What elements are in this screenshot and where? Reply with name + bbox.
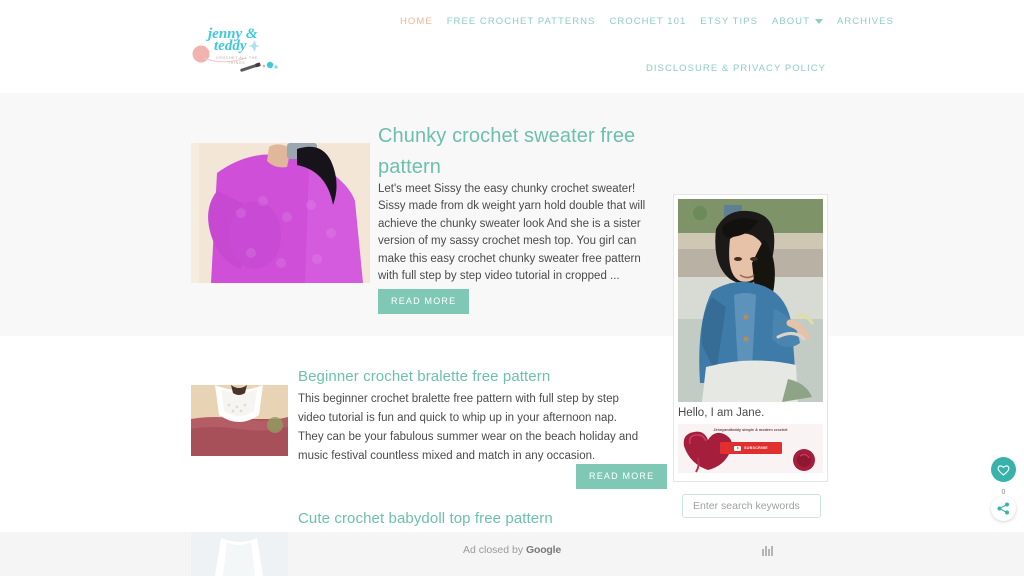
svg-text:teddy: teddy	[214, 38, 247, 54]
secondary-navigation: DISCLOSURE & PRIVACY POLICY	[646, 63, 826, 74]
post-thumbnail-image	[191, 385, 288, 456]
share-button[interactable]	[991, 496, 1016, 521]
post-title-babydoll-top[interactable]: Cute crochet babydoll top free pattern	[298, 510, 658, 527]
post-excerpt-chunky-sweater: Let's meet Sissy the easy chunky crochet…	[378, 183, 646, 283]
nav-item-disclosure-privacy-policy[interactable]: DISCLOSURE & PRIVACY POLICY	[646, 63, 826, 74]
search-input[interactable]	[682, 494, 821, 518]
read-more-button-chunky-sweater[interactable]: READ MORE	[378, 289, 470, 314]
logo-graphic: jenny & teddy CROCHET ALL THE THINGS	[192, 26, 278, 72]
post-thumbnail-chunky-sweater[interactable]	[191, 143, 370, 283]
nav-item-etsy-tips[interactable]: ETSY TIPS	[700, 16, 758, 27]
post-thumbnail-image	[191, 143, 370, 283]
page-root: jenny & teddy CROCHET ALL THE THINGS HOM…	[0, 0, 1024, 576]
author-photo-image	[678, 199, 823, 402]
post-title-bralette[interactable]: Beginner crochet bralette free pattern	[298, 368, 648, 385]
youtube-play-icon	[734, 445, 742, 451]
nav-item-about[interactable]: ABOUT	[772, 16, 823, 27]
svg-text:THINGS: THINGS	[228, 61, 245, 65]
heart-icon	[997, 464, 1010, 476]
read-more-button-bralette[interactable]: READ MORE	[576, 464, 668, 489]
site-header: jenny & teddy CROCHET ALL THE THINGS HOM…	[0, 0, 1024, 93]
site-logo[interactable]: jenny & teddy CROCHET ALL THE THINGS	[190, 18, 282, 73]
like-button[interactable]	[991, 457, 1016, 482]
youtube-subscribe-banner[interactable]: Jennyandteddy simple & modern crochet SU…	[678, 424, 823, 473]
nav-item-crochet-101[interactable]: CROCHET 101	[609, 16, 686, 27]
nav-item-free-crochet-patterns[interactable]: FREE CROCHET PATTERNS	[447, 16, 596, 27]
about-author-text: Hello, I am Jane.	[678, 407, 765, 419]
about-author-photo	[678, 199, 823, 402]
youtube-subscribe-label: SUBSCRIBE	[744, 446, 768, 450]
youtube-subscribe-button[interactable]: SUBSCRIBE	[720, 442, 782, 454]
post-excerpt-bralette: This beginner crochet bralette free patt…	[298, 393, 639, 462]
ad-closed-brand: Google	[526, 544, 561, 556]
nav-item-archives[interactable]: ARCHIVES	[837, 16, 894, 27]
nav-item-about-label: ABOUT	[771, 16, 810, 27]
youtube-banner-caption: Jennyandteddy simple & modern crochet	[713, 428, 788, 432]
ad-closed-notice: Ad closed by Google	[0, 544, 1024, 556]
post-title-chunky-sweater[interactable]: Chunky crochet sweater free pattern	[378, 121, 650, 183]
nav-item-home[interactable]: HOME	[400, 16, 433, 27]
svg-text:CROCHET ALL THE: CROCHET ALL THE	[216, 56, 258, 60]
primary-navigation: HOME FREE CROCHET PATTERNS CROCHET 101 E…	[400, 16, 894, 27]
adchoices-icon[interactable]	[762, 545, 776, 556]
chevron-down-icon	[814, 19, 823, 24]
post-thumbnail-bralette[interactable]	[191, 385, 288, 456]
share-icon	[997, 502, 1009, 515]
ad-closed-text: Ad closed by	[462, 544, 527, 556]
